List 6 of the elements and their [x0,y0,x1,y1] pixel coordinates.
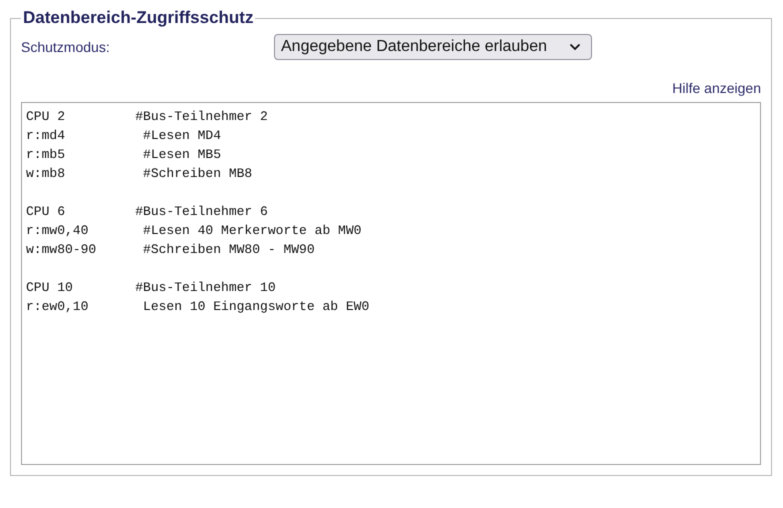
mode-label: Schutzmodus: [21,39,111,55]
mode-dropdown[interactable]: Angegebene Datenbereiche erlauben [274,34,592,60]
section-title: Datenbereich-Zugriffsschutz [22,8,254,28]
help-link[interactable]: Hilfe anzeigen [672,80,761,96]
rules-text-area[interactable]: CPU 2 #Bus-Teilnehmer 2 r:md4 #Lesen MD4 r:mb5 #Lesen MB5 w:mb8 #Schreiben MB8 CPU 6 #Bus-Teilnehmer 6 r:mw0,40 #Lesen 40 Merkerworte ab MW0 w:mw80-90 #Schreiben MW80 - MW90 CPU 10 #Bus-Teilnehmer 10 r:ew0,10 Lesen 10 Eingangsworte ab EW0 [21,102,761,465]
caret-icon [569,43,581,51]
